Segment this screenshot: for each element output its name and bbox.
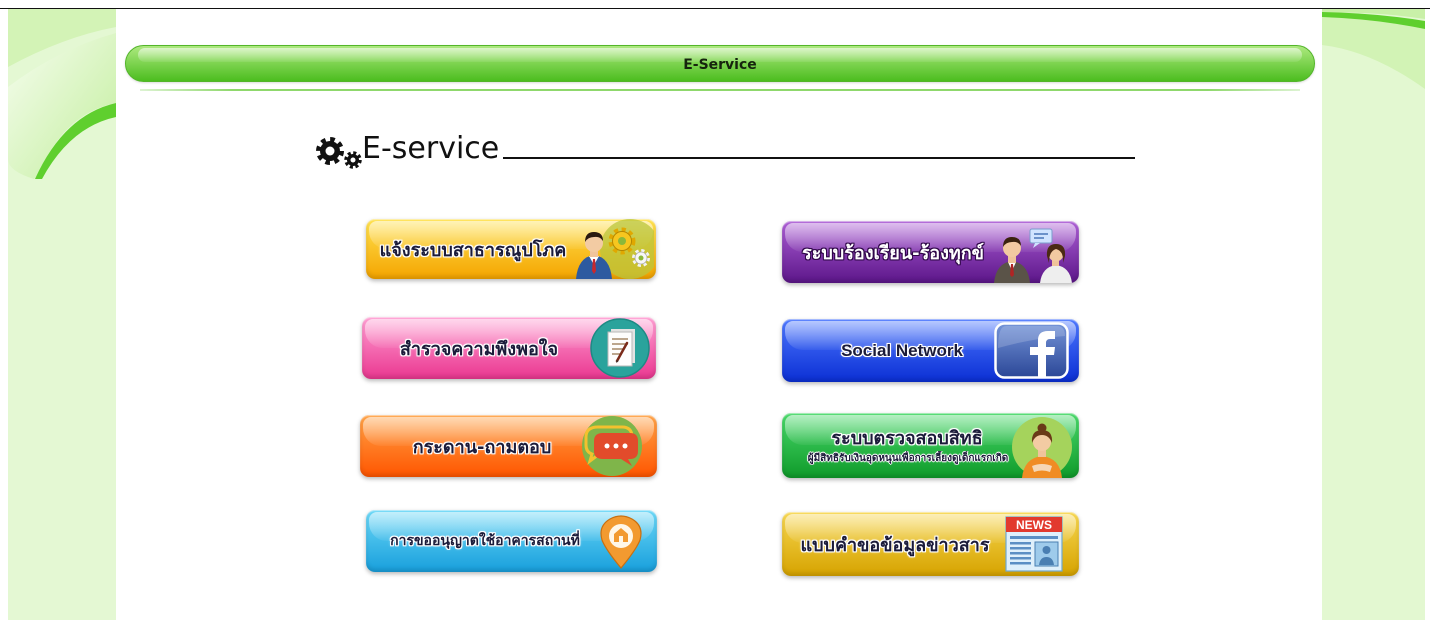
mother-icon xyxy=(1002,414,1078,478)
gears-icon xyxy=(314,136,364,170)
eligibility-check-label: ระบบตรวจสอบสิทธิ xyxy=(831,427,983,449)
complaint-button[interactable]: ระบบร้องเรียน-ร้องทุกข์ xyxy=(782,221,1079,283)
left-decoration-panel xyxy=(8,9,116,620)
title-divider xyxy=(140,89,1300,91)
utility-report-label: แจ้งระบบสาธารณูปโภค xyxy=(379,239,567,261)
heading-underline xyxy=(503,157,1135,159)
satisfaction-survey-button[interactable]: สำรวจความพึงพอใจ xyxy=(362,317,656,379)
facility-permit-button[interactable]: การขออนุญาตใช้อาคารสถานที่ xyxy=(366,510,657,572)
page: E-Service E-service แจ้งระบบสาธารณูปโภค xyxy=(0,0,1430,620)
qa-board-label: กระดาน-ถามตอบ xyxy=(412,436,552,458)
facebook-icon xyxy=(994,322,1069,379)
news-icon: NEWS xyxy=(1002,515,1066,573)
person-gears-icon xyxy=(570,219,654,279)
eligibility-check-button[interactable]: ระบบตรวจสอบสิทธิ ผู้มีสิทธิรับเงินอุดหนุ… xyxy=(782,413,1079,478)
title-bar: E-Service xyxy=(125,45,1315,82)
news-icon-label: NEWS xyxy=(1016,518,1052,532)
utility-report-button[interactable]: แจ้งระบบสาธารณูปโภค xyxy=(366,219,656,279)
location-pin-icon xyxy=(596,514,646,570)
social-network-button[interactable]: Social Network xyxy=(782,319,1079,382)
right-decoration-panel xyxy=(1322,9,1425,620)
eligibility-check-sublabel: ผู้มีสิทธิรับเงินอุดหนุนเพื่อการเลี้ยงดู… xyxy=(807,452,1009,464)
satisfaction-survey-label: สำรวจความพึงพอใจ xyxy=(399,338,559,360)
content-area xyxy=(116,9,1322,620)
chat-bubble-icon xyxy=(572,415,652,477)
document-icon xyxy=(580,317,656,379)
information-request-label: แบบคำขอข้อมูลข่าวสาร xyxy=(800,534,990,556)
information-request-button[interactable]: แบบคำขอข้อมูลข่าวสาร NEWS xyxy=(782,512,1079,576)
social-network-label: Social Network xyxy=(841,340,963,360)
facility-permit-label: การขออนุญาตใช้อาคารสถานที่ xyxy=(390,533,580,549)
qa-board-button[interactable]: กระดาน-ถามตอบ xyxy=(360,415,657,477)
complaint-label: ระบบร้องเรียน-ร้องทุกข์ xyxy=(802,242,984,264)
title-bar-label: E-Service xyxy=(683,57,757,73)
people-talk-icon xyxy=(992,223,1076,283)
section-title: E-service xyxy=(362,131,500,166)
